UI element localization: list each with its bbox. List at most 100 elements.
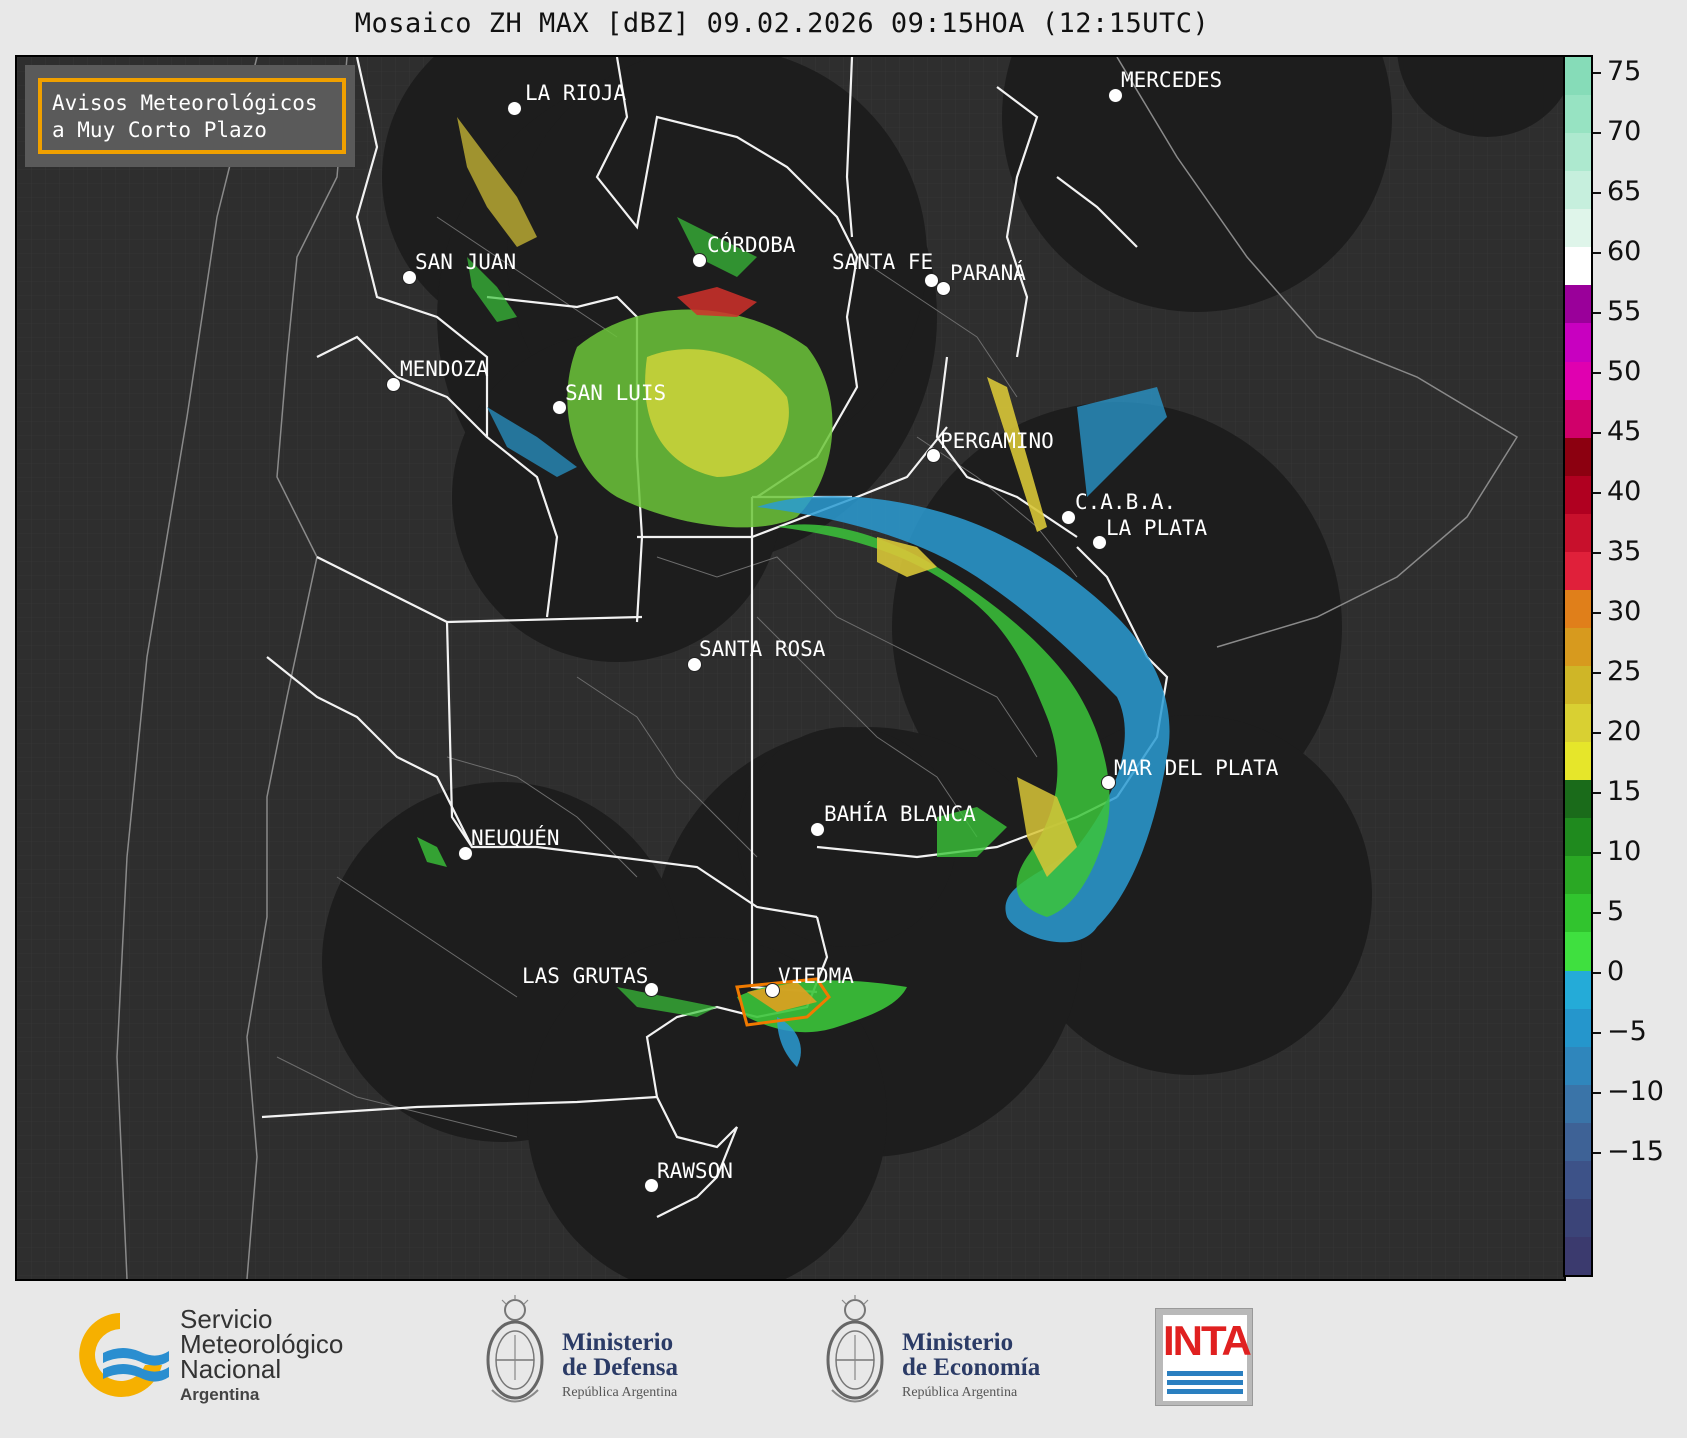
city-label-santa-rosa: SANTA ROSA <box>699 637 826 661</box>
defensa-line1: Ministerio <box>562 1329 674 1356</box>
warning-legend-line1: Avisos Meteorológicos <box>52 91 318 115</box>
colorbar-segment <box>1565 399 1591 438</box>
smn-emblem-icon <box>79 1313 169 1397</box>
warning-legend-line2: a Muy Corto Plazo <box>52 118 267 142</box>
city-marker[interactable] <box>507 101 522 116</box>
city-marker[interactable] <box>386 377 401 392</box>
colorbar-tick-label: −10 <box>1593 1076 1664 1107</box>
footer-logos: Servicio Meteorológico Nacional Argentin… <box>0 1280 1687 1438</box>
colorbar-segment <box>1565 94 1591 134</box>
colorbar-tick-label: 10 <box>1593 836 1641 867</box>
colorbar-segment <box>1565 1198 1591 1237</box>
colorbar-segment <box>1565 741 1591 781</box>
colorbar-tick-label: 0 <box>1593 956 1624 987</box>
colorbar-segment <box>1565 970 1591 1009</box>
colorbar-tick-label: 5 <box>1593 896 1624 927</box>
colorbar-tick-label: 60 <box>1593 236 1641 267</box>
ministerio-defensa-logo[interactable]: Ministerio de Defensa República Argentin… <box>480 1295 720 1420</box>
city-label-san-luis: SAN LUIS <box>565 381 667 405</box>
colorbar-tick-label: 65 <box>1593 176 1641 207</box>
colorbar-tick-label: 30 <box>1593 596 1641 627</box>
city-label-la-plata: LA PLATA <box>1106 516 1208 540</box>
economia-line2: de Economía <box>902 1354 1041 1381</box>
colorbar-segment <box>1565 208 1591 248</box>
colorbar-tick-label: 20 <box>1593 716 1641 747</box>
city-label-pergamino: PERGAMINO <box>940 429 1054 453</box>
coat-of-arms-icon <box>826 1295 884 1403</box>
colorbar-tick-label: 15 <box>1593 776 1641 807</box>
city-marker[interactable] <box>1092 535 1107 550</box>
city-label-bahia-blanca: BAHÍA BLANCA <box>824 802 976 826</box>
inta-logo[interactable]: INTA <box>1155 1308 1253 1406</box>
colorbar-segment <box>1565 132 1591 172</box>
colorbar-segment <box>1565 931 1591 971</box>
city-label-rawson: RAWSON <box>657 1159 733 1183</box>
colorbar-segment <box>1565 170 1591 210</box>
colorbar-tick-label: −5 <box>1593 1016 1647 1047</box>
city-label-la-rioja: LA RIOJA <box>525 81 627 105</box>
radar-map[interactable]: Avisos Meteorológicos a Muy Corto Plazo … <box>15 55 1566 1281</box>
colorbar-tick-label: −15 <box>1593 1136 1664 1167</box>
city-label-neuquen: NEUQUÉN <box>471 826 560 850</box>
city-label-cordoba: CÓRDOBA <box>707 233 796 257</box>
colorbar-segment <box>1565 703 1591 743</box>
colorbar-segment <box>1565 1236 1591 1275</box>
city-label-parana: PARANÁ <box>950 261 1026 285</box>
colorbar-segment <box>1565 322 1591 362</box>
city-marker[interactable] <box>1061 510 1076 525</box>
colorbar-segment <box>1565 1084 1591 1123</box>
colorbar-tick-label: 40 <box>1593 476 1641 507</box>
economia-line3: República Argentina <box>902 1385 1018 1400</box>
warning-legend-box[interactable]: Avisos Meteorológicos a Muy Corto Plazo <box>25 65 355 167</box>
colorbar-tick-label: 25 <box>1593 656 1641 687</box>
inta-logo-text: INTA <box>1163 1317 1252 1364</box>
city-marker[interactable] <box>810 822 825 837</box>
colorbar-segment <box>1565 665 1591 705</box>
colorbar-segment <box>1565 361 1591 400</box>
map-title: Mosaico ZH MAX [dBZ] 09.02.2026 09:15HOA… <box>354 8 1210 39</box>
colorbar-segment <box>1565 437 1591 476</box>
colorbar-segment <box>1565 1160 1591 1199</box>
city-marker[interactable] <box>692 253 707 268</box>
colorbar-segment <box>1565 627 1591 666</box>
colorbar-tick-label: 70 <box>1593 116 1641 147</box>
colorbar-segment <box>1565 817 1591 857</box>
dbz-colorbar <box>1563 55 1593 1277</box>
economia-line1: Ministerio <box>902 1329 1014 1356</box>
city-label-santa-fe: SANTA FE <box>832 250 934 274</box>
city-label-viedma: VIEDMA <box>778 964 854 988</box>
smn-line4: Argentina <box>180 1385 260 1404</box>
ministerio-economia-logo[interactable]: Ministerio de Economía República Argenti… <box>820 1295 1070 1420</box>
colorbar-segment <box>1565 1008 1591 1047</box>
colorbar-tick-label: 55 <box>1593 296 1641 327</box>
city-label-mercedes: MERCEDES <box>1121 68 1223 92</box>
colorbar-segment <box>1565 589 1591 628</box>
colorbar-tick-label: 50 <box>1593 356 1641 387</box>
colorbar-segment <box>1565 551 1591 590</box>
city-label-mendoza: MENDOZA <box>400 357 489 381</box>
colorbar-segment <box>1565 57 1591 96</box>
city-marker[interactable] <box>926 448 941 463</box>
city-label-las-grutas: LAS GRUTAS <box>522 964 649 988</box>
colorbar-tick-label: 35 <box>1593 536 1641 567</box>
coat-of-arms-icon <box>486 1295 544 1403</box>
city-marker[interactable] <box>936 281 951 296</box>
warning-legend-frame: Avisos Meteorológicos a Muy Corto Plazo <box>38 78 346 154</box>
colorbar-segment <box>1565 893 1591 933</box>
city-label-mar-del-plata: MAR DEL PLATA <box>1114 756 1279 780</box>
colorbar-segment <box>1565 1046 1591 1085</box>
colorbar-segment <box>1565 1122 1591 1161</box>
city-label-caba: C.A.B.A. <box>1075 490 1177 514</box>
colorbar-segment <box>1565 779 1591 819</box>
colorbar-segment <box>1565 284 1591 324</box>
colorbar-segment <box>1565 246 1591 286</box>
colorbar-segment <box>1565 855 1591 895</box>
defensa-line2: de Defensa <box>562 1354 678 1381</box>
smn-logo[interactable]: Servicio Meteorológico Nacional Argentin… <box>65 1305 385 1405</box>
smn-line3: Nacional <box>180 1354 282 1384</box>
colorbar-segment <box>1565 513 1591 552</box>
city-label-san-juan: SAN JUAN <box>415 250 517 274</box>
colorbar-tick-label: 75 <box>1593 56 1641 87</box>
defensa-line3: República Argentina <box>562 1385 678 1400</box>
colorbar-segment <box>1565 475 1591 514</box>
